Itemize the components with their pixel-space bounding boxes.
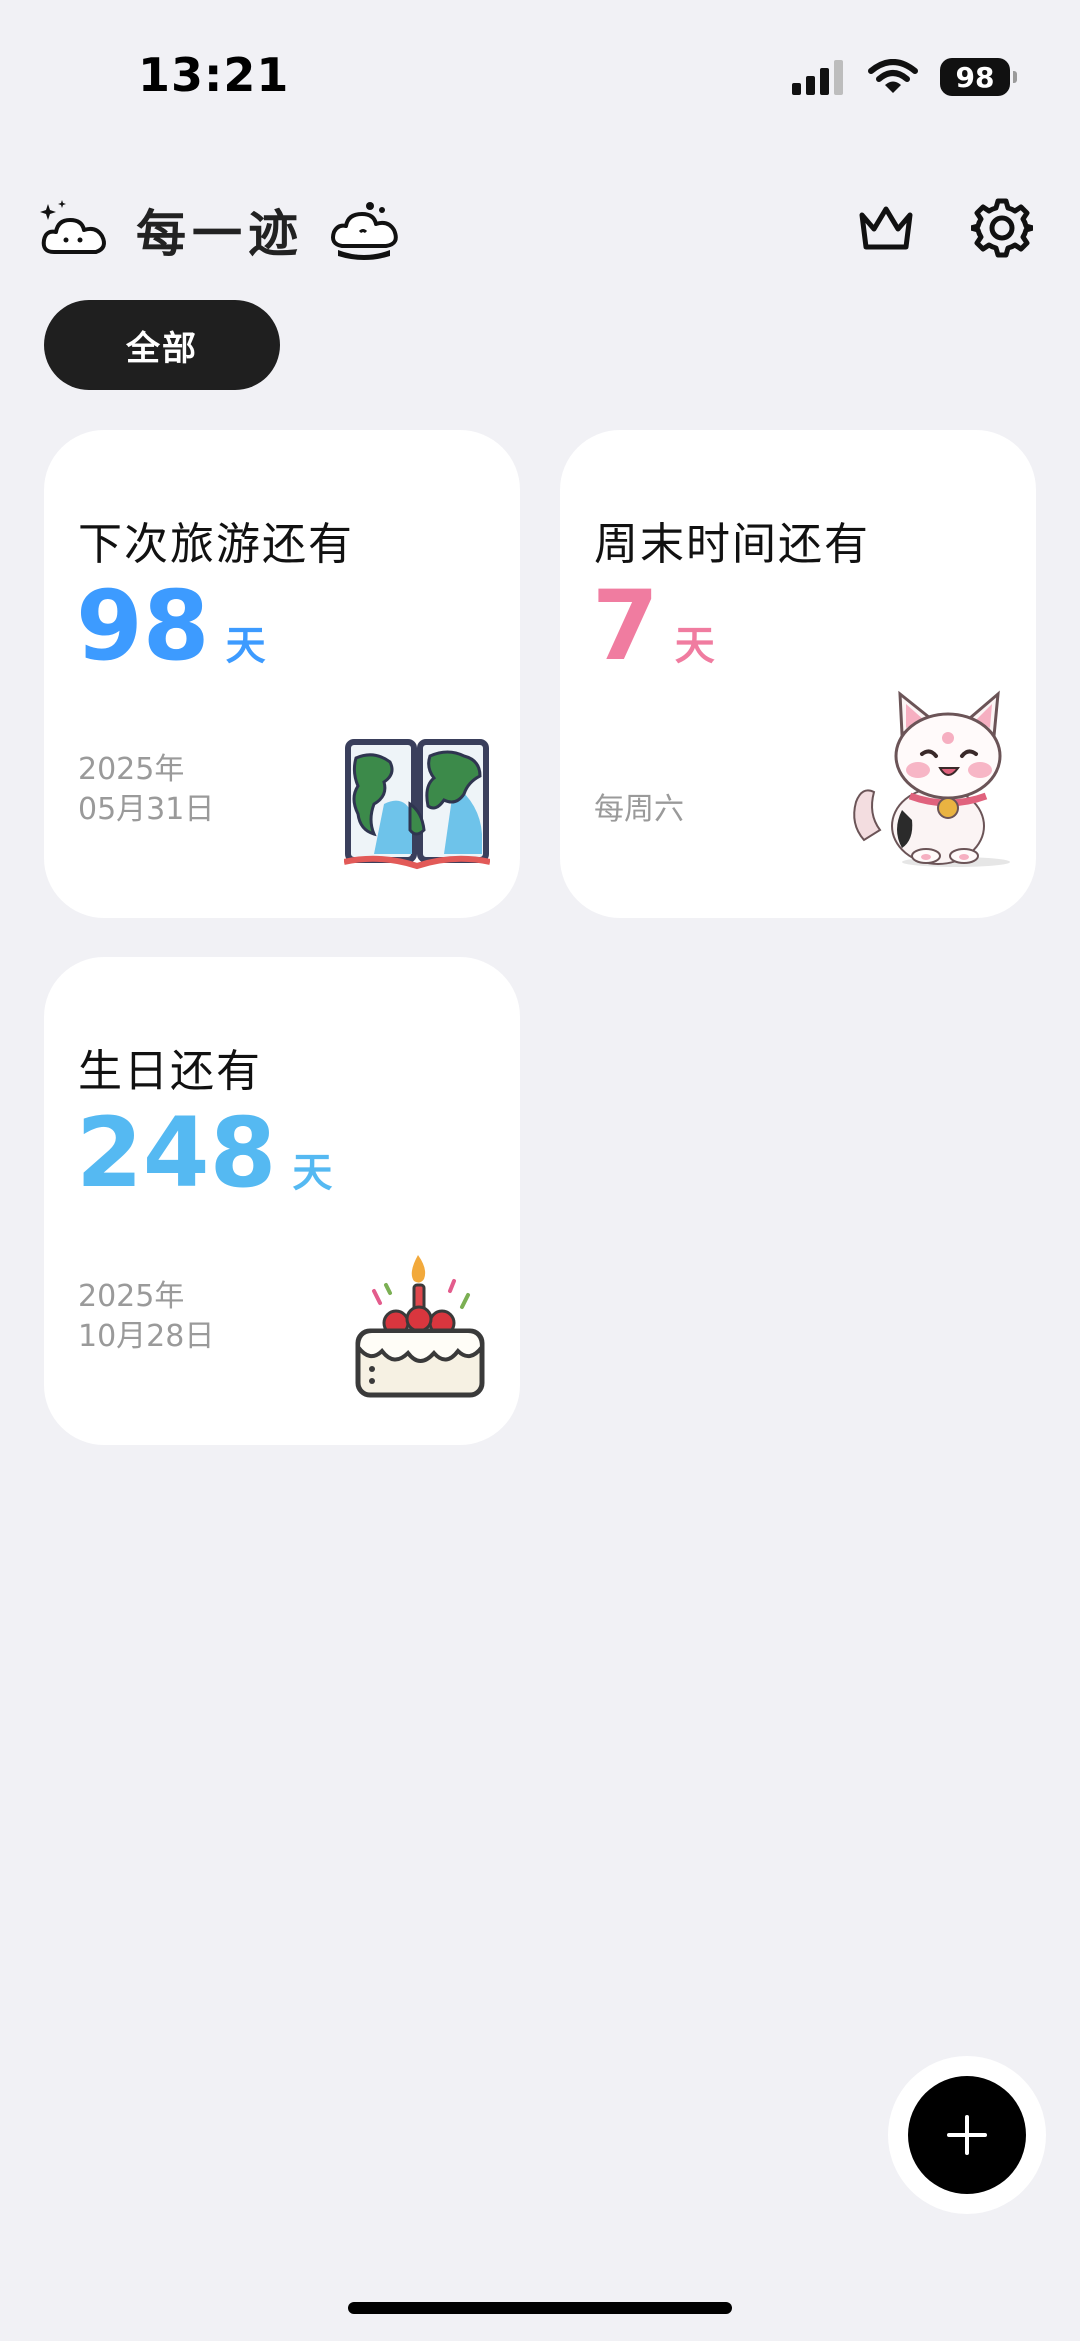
date-year: 2025年 [78,752,185,787]
countdown-card-birthday[interactable]: 生日还有 248 天 2025年 10月28日 [44,957,520,1445]
card-count: 7 天 [592,578,715,674]
card-title: 生日还有 [78,1046,262,1097]
screen: 13:21 98 每一迹 全部 下次旅游还有 98 天 2025年 05月31日… [0,0,1080,2341]
count-unit: 天 [292,1150,333,1196]
premium-crown-button[interactable] [848,190,924,266]
count-unit: 天 [674,623,715,669]
cellular-signal-icon [792,60,843,95]
card-count: 98 天 [76,578,266,674]
crown-icon [859,206,913,250]
home-indicator[interactable] [348,2302,732,2314]
status-icons: 98 [792,58,1017,96]
cloud-sparkle-icon [40,200,106,254]
card-date: 2025年 10月28日 [78,1277,214,1357]
countdown-card-travel[interactable]: 下次旅游还有 98 天 2025年 05月31日 [44,430,520,918]
count-number: 7 [592,570,659,682]
world-map-book-icon [344,739,490,870]
date-year [594,750,684,790]
add-countdown-button[interactable] [908,2076,1026,2194]
add-button-ring [888,2056,1046,2214]
card-title: 周末时间还有 [594,519,870,570]
card-date: 2025年 05月31日 [78,750,214,830]
countdown-card-weekend[interactable]: 周末时间还有 7 天 每周六 [560,430,1036,918]
settings-button[interactable] [964,190,1040,266]
header-actions [848,190,1040,266]
date-day: 05月31日 [78,792,215,827]
card-date: 每周六 [594,750,684,830]
status-time: 13:21 [138,48,290,102]
wifi-icon [868,59,918,93]
gear-icon [971,198,1033,258]
date-day: 10月28日 [78,1319,215,1354]
card-count: 248 天 [76,1105,332,1201]
app-title: 每一迹 [136,205,304,263]
cloud-dots-icon [331,202,398,260]
count-unit: 天 [225,623,266,669]
plus-icon [947,2115,987,2155]
date-day: 每周六 [594,792,684,827]
filter-chip-all[interactable]: 全部 [44,300,280,390]
birthday-cake-icon [355,1255,485,1398]
count-number: 98 [76,570,210,682]
count-number: 248 [76,1097,277,1209]
date-year: 2025年 [78,1279,185,1314]
card-title: 下次旅游还有 [78,519,354,570]
app-header: 每一迹 [40,190,400,270]
kitten-icon [853,690,1010,867]
battery-indicator: 98 [940,58,1017,96]
